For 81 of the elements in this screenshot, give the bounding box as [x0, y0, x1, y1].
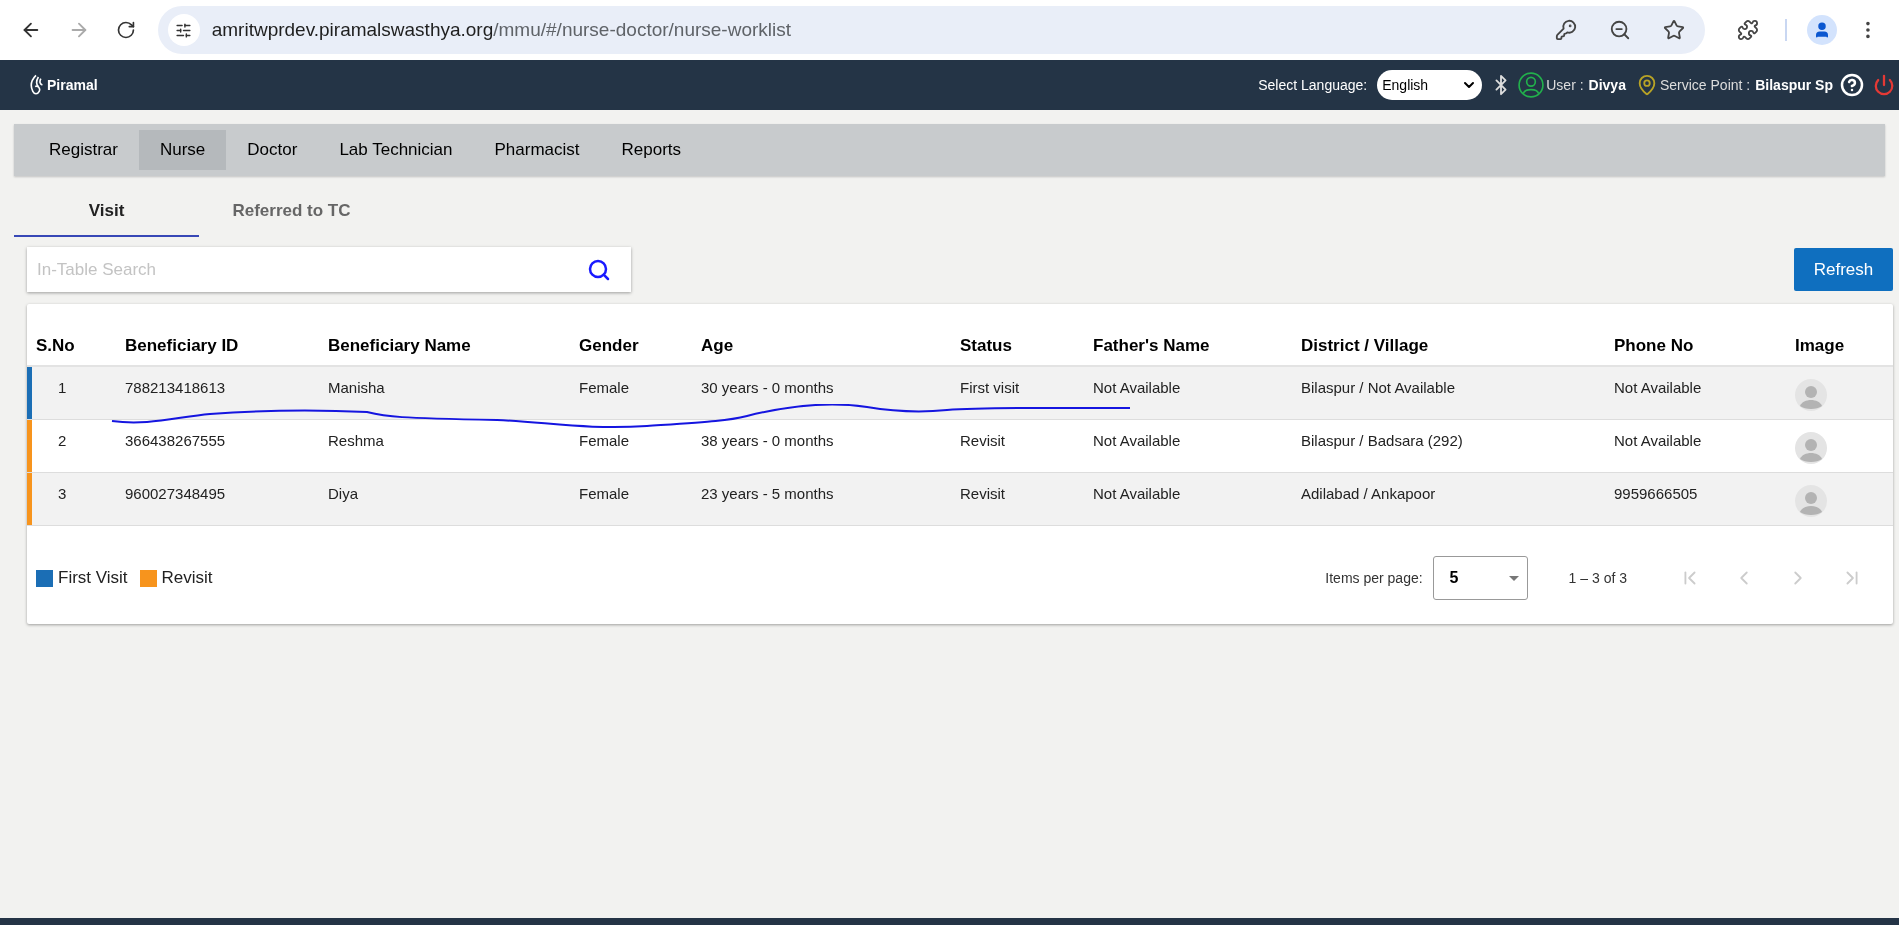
- table-cell: Not Available: [1614, 432, 1702, 449]
- column-header: Beneficiary Name: [328, 335, 471, 355]
- table-cell: Revisit: [960, 485, 1005, 502]
- legend-label: First Visit: [58, 567, 128, 590]
- help-icon[interactable]: [1840, 73, 1864, 97]
- logo-icon: [28, 73, 44, 97]
- user-label: User :: [1546, 75, 1584, 95]
- nav-tab[interactable]: Lab Technician: [318, 130, 474, 170]
- service-point-name: Bilaspur Sp: [1755, 75, 1833, 95]
- table-cell: Female: [579, 379, 630, 396]
- url-text: amritwprdev.piramalswasthya.org/mmu/#/nurse-doctor/nurse-worklist: [211, 17, 792, 42]
- nav-tab[interactable]: Pharmacist: [473, 130, 601, 170]
- power-icon[interactable]: [1873, 74, 1895, 96]
- profile-icon[interactable]: [1807, 15, 1838, 45]
- table-cell: 788213418613: [125, 379, 226, 396]
- language-label: Select Language:: [1258, 75, 1368, 95]
- column-header: Gender: [579, 335, 639, 355]
- table-cell: Female: [579, 432, 630, 449]
- brand-name: Piramal: [47, 75, 98, 95]
- site-settings-icon[interactable]: [167, 14, 200, 46]
- table-cell: First visit: [960, 379, 1020, 396]
- table-cell: 960027348495: [125, 485, 226, 502]
- items-per-page-label: Items per page:: [1325, 568, 1423, 588]
- page-range: 1 – 3 of 3: [1568, 568, 1627, 588]
- items-per-page-select[interactable]: 5: [1432, 556, 1528, 600]
- legend-label: Revisit: [161, 567, 213, 590]
- table-cell: 2: [58, 432, 67, 449]
- table-cell: Not Available: [1093, 485, 1181, 502]
- nav-tab[interactable]: Doctor: [226, 130, 319, 170]
- column-header: S.No: [36, 335, 75, 355]
- table-cell: Reshma: [328, 432, 384, 449]
- table-row[interactable]: 1 788213418613 Manisha Female 30 years - 0 months First visit Not Available Bilaspur / Not Available Not Available: [27, 367, 1893, 420]
- column-header: Phone No: [1614, 335, 1694, 355]
- nav-tab[interactable]: Reports: [600, 130, 703, 170]
- column-header: Beneficiary ID: [125, 335, 239, 355]
- table-cell: 38 years - 0 months: [701, 432, 834, 449]
- table-cell: Not Available: [1614, 379, 1702, 396]
- table-cell: Revisit: [960, 432, 1005, 449]
- refresh-button[interactable]: Refresh: [1794, 248, 1893, 291]
- table-cell: Female: [579, 485, 630, 502]
- view-tab[interactable]: Visit: [14, 186, 199, 237]
- table-row[interactable]: 2 366438267555 Reshma Female 38 years - 0 months Revisit Not Available Bilaspur / Badsara (292) Not Available: [27, 420, 1893, 473]
- table-cell: 30 years - 0 months: [701, 379, 834, 396]
- nav-tab[interactable]: Nurse: [138, 130, 227, 170]
- star-icon[interactable]: [1663, 19, 1686, 41]
- table-row[interactable]: 3 960027348495 Diya Female 23 years - 5 months Revisit Not Available Adilabad / Ankapoor 9959666505: [27, 473, 1893, 526]
- language-select[interactable]: English: [1377, 70, 1483, 100]
- table-cell: Not Available: [1093, 432, 1181, 449]
- table-cell: 3: [58, 485, 67, 502]
- table-cell: 366438267555: [125, 432, 226, 449]
- table-cell: Not Available: [1093, 379, 1181, 396]
- column-header: District / Village: [1301, 335, 1429, 355]
- table-cell: 1: [58, 379, 67, 396]
- table-cell: Diya: [328, 485, 358, 502]
- table-cell: Bilaspur / Not Available: [1301, 379, 1455, 396]
- avatar-placeholder-icon: [1795, 432, 1827, 464]
- table-cell: 23 years - 5 months: [701, 485, 834, 502]
- column-header: Image: [1795, 335, 1845, 355]
- table-cell: 9959666505: [1614, 485, 1698, 502]
- table-cell: Bilaspur / Badsara (292): [1301, 432, 1463, 449]
- service-point-label: Service Point :: [1659, 75, 1751, 95]
- address-bar[interactable]: amritwprdev.piramalswasthya.org/mmu/#/nurse-doctor/nurse-worklist: [157, 6, 1706, 54]
- extensions-icon[interactable]: [1737, 19, 1760, 41]
- view-tab[interactable]: Referred to TC: [199, 186, 384, 237]
- zoom-icon[interactable]: [1609, 19, 1632, 41]
- column-header: Age: [701, 335, 734, 355]
- user-icon: [1518, 72, 1545, 98]
- search-input[interactable]: In-Table Search: [37, 256, 587, 283]
- reload-icon[interactable]: [115, 20, 136, 40]
- dropdown-caret-icon: [1508, 575, 1519, 581]
- table-cell: Manisha: [328, 379, 385, 396]
- column-header: Father's Name: [1093, 335, 1210, 355]
- column-header: Status: [960, 335, 1012, 355]
- search-icon[interactable]: [587, 257, 611, 282]
- search-field[interactable]: In-Table Search: [27, 247, 631, 292]
- key-icon[interactable]: [1555, 19, 1578, 41]
- avatar-placeholder-icon: [1795, 485, 1827, 517]
- nav-tab[interactable]: Registrar: [28, 130, 139, 170]
- avatar-placeholder-icon: [1795, 379, 1827, 411]
- user-name: Divya: [1588, 75, 1626, 95]
- table-cell: Adilabad / Ankapoor: [1301, 485, 1436, 502]
